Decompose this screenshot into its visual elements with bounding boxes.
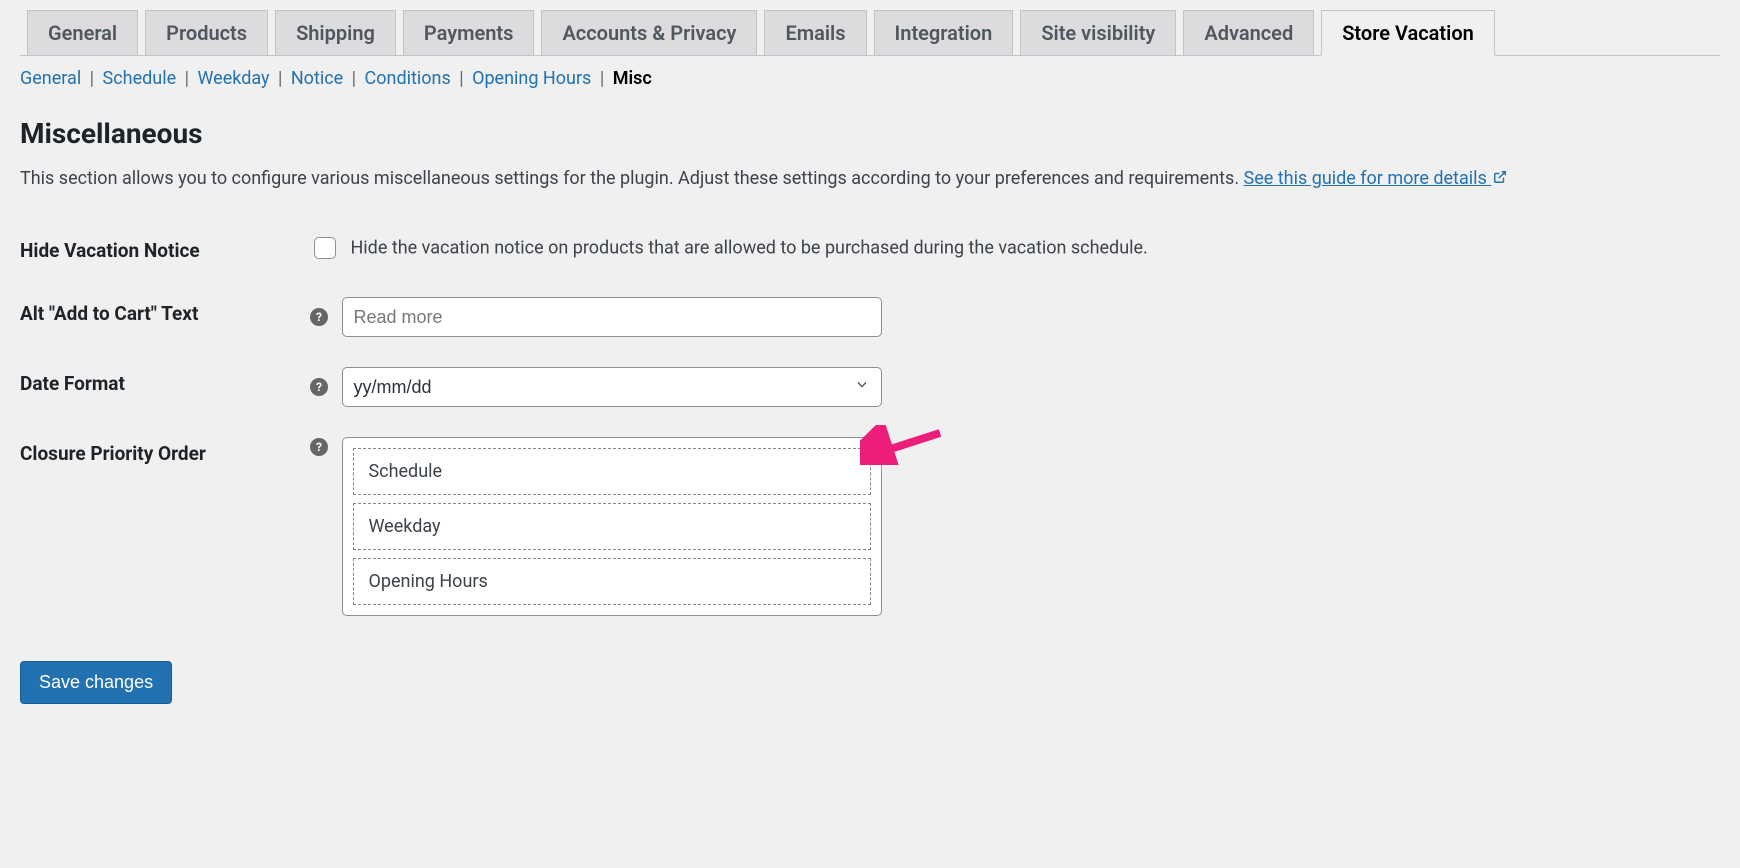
tab-store-vacation[interactable]: Store Vacation — [1321, 10, 1495, 56]
tab-accounts-privacy[interactable]: Accounts & Privacy — [541, 10, 757, 55]
hide-vacation-notice-label: Hide Vacation Notice — [20, 219, 300, 282]
section-description-text: This section allows you to configure var… — [20, 168, 1244, 189]
tab-shipping[interactable]: Shipping — [275, 10, 396, 55]
separator: | — [176, 68, 197, 89]
subtab-notice[interactable]: Notice — [291, 68, 343, 89]
section-title: Miscellaneous — [20, 117, 1720, 150]
help-icon[interactable]: ? — [310, 378, 328, 396]
closure-priority-item[interactable]: Schedule — [353, 448, 871, 495]
annotation-arrow-icon — [860, 425, 950, 465]
separator: | — [270, 68, 291, 89]
help-icon[interactable]: ? — [310, 308, 328, 326]
subtab-schedule[interactable]: Schedule — [103, 68, 177, 89]
tab-emails[interactable]: Emails — [764, 10, 866, 55]
tab-general[interactable]: General — [27, 10, 138, 55]
date-format-select[interactable]: yy/mm/dd — [342, 367, 882, 407]
closure-priority-label: Closure Priority Order — [20, 422, 300, 631]
separator: | — [591, 68, 612, 89]
tab-payments[interactable]: Payments — [403, 10, 535, 55]
guide-link-text: See this guide for more details — [1244, 168, 1487, 189]
main-tabs: GeneralProductsShippingPaymentsAccounts … — [20, 0, 1720, 56]
closure-priority-item[interactable]: Opening Hours — [353, 558, 871, 605]
external-link-icon — [1493, 168, 1507, 182]
tab-products[interactable]: Products — [145, 10, 268, 55]
sub-tabs: General | Schedule | Weekday | Notice | … — [20, 68, 1720, 89]
tab-integration[interactable]: Integration — [874, 10, 1014, 55]
alt-add-to-cart-input[interactable] — [342, 297, 882, 337]
hide-vacation-notice-description: Hide the vacation notice on products tha… — [350, 238, 1147, 259]
section-description: This section allows you to configure var… — [20, 168, 1720, 189]
subtab-conditions[interactable]: Conditions — [365, 68, 451, 89]
subtab-general[interactable]: General — [20, 68, 81, 89]
subtab-misc: Misc — [613, 68, 652, 89]
tab-site-visibility[interactable]: Site visibility — [1020, 10, 1176, 55]
date-format-label: Date Format — [20, 352, 300, 422]
guide-link[interactable]: See this guide for more details — [1244, 168, 1508, 189]
hide-vacation-notice-checkbox[interactable] — [314, 237, 336, 259]
alt-add-to-cart-label: Alt "Add to Cart" Text — [20, 282, 300, 352]
subtab-weekday[interactable]: Weekday — [197, 68, 269, 89]
separator: | — [451, 68, 472, 89]
subtab-opening-hours[interactable]: Opening Hours — [472, 68, 591, 89]
tab-advanced[interactable]: Advanced — [1183, 10, 1314, 55]
help-icon[interactable]: ? — [310, 438, 328, 456]
separator: | — [81, 68, 102, 89]
closure-priority-list[interactable]: Schedule Weekday Opening Hours — [342, 437, 882, 616]
closure-priority-item[interactable]: Weekday — [353, 503, 871, 550]
separator: | — [343, 68, 364, 89]
save-changes-button[interactable]: Save changes — [20, 661, 172, 704]
